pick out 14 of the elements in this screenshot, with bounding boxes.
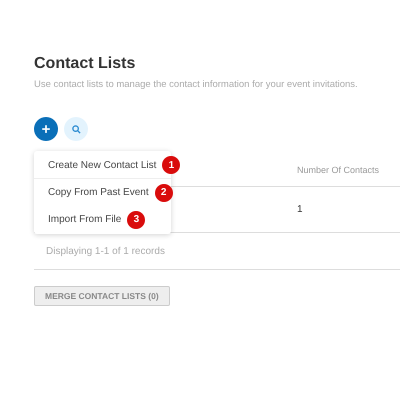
page-title: Contact Lists bbox=[34, 54, 136, 74]
menu-item[interactable]: Import From File bbox=[48, 212, 122, 228]
column-header: Number Of Contacts bbox=[297, 164, 380, 177]
step-marker: 2 bbox=[154, 184, 173, 202]
search-icon bbox=[72, 124, 80, 134]
table-cell-text: 1 bbox=[297, 203, 303, 218]
step-marker: 1 bbox=[162, 156, 180, 174]
add-button[interactable]: + bbox=[34, 117, 58, 142]
menu-item[interactable]: Create New Contact List bbox=[48, 158, 156, 173]
step-marker: 3 bbox=[127, 210, 146, 229]
pagination-text: Displaying 1-1 of 1 records bbox=[45, 244, 165, 259]
search-button[interactable] bbox=[64, 117, 88, 142]
menu-item[interactable]: Copy From Past Event bbox=[48, 185, 149, 200]
page-subtitle: Use contact lists to manage the contact information for your event invitations. bbox=[34, 78, 359, 92]
